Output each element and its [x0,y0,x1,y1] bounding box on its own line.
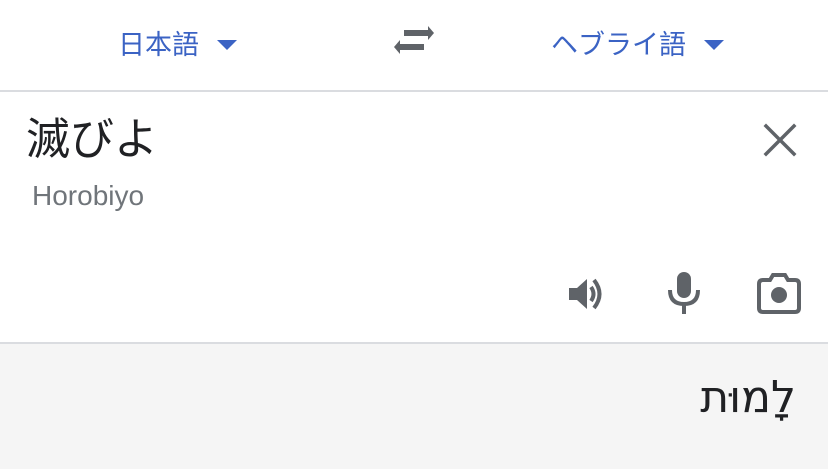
language-bar: 日本語 ヘブライ語 [0,0,828,90]
voice-input-button[interactable] [660,270,708,318]
translation-output-area: לָמוּת [0,344,828,469]
clear-button[interactable] [762,122,798,158]
camera-button[interactable] [755,270,803,318]
close-icon [763,123,797,157]
source-language-selector[interactable]: 日本語 [118,20,237,64]
romanization-text: Horobiyo [32,180,145,211]
target-language-selector[interactable]: ヘブライ語 [551,20,724,64]
listen-button[interactable] [563,270,611,318]
swap-arrows-icon [394,26,434,54]
microphone-icon [668,272,700,314]
target-language-label: ヘブライ語 [551,29,686,61]
caret-down-icon [704,40,724,50]
source-language-label: 日本語 [118,29,199,61]
translate-app: 日本語 ヘブライ語 滅びよ Horobiyo לָמוּת [0,0,828,469]
speaker-icon [569,278,602,310]
caret-down-icon [217,40,237,50]
camera-icon [757,273,801,314]
source-text[interactable]: 滅びよ [26,112,158,168]
source-input-area[interactable]: 滅びよ Horobiyo [0,92,828,342]
swap-languages-button[interactable] [392,24,436,60]
translation-text: לָמוּת [700,372,796,423]
